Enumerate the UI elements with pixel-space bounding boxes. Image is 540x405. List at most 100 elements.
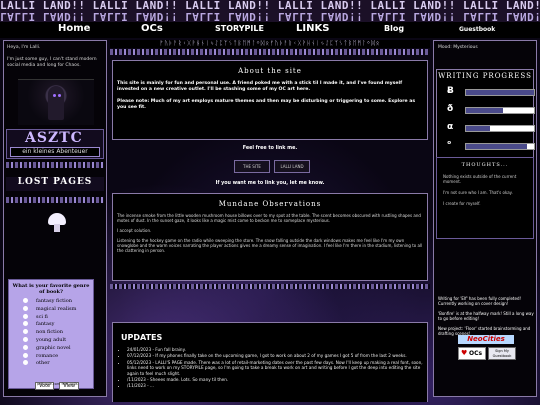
divider (110, 49, 430, 55)
poll-option-label: young adult (36, 336, 67, 343)
neocities-badge[interactable]: NeoCities (458, 335, 514, 344)
nav-home[interactable]: Home (58, 23, 90, 34)
mood-label: Mood: Mysterious (438, 45, 478, 50)
poll-option-label: sci fi (36, 313, 48, 320)
radio-icon[interactable] (23, 352, 28, 358)
rune-strip: ᚠᚢᚦᚨᚱᚲᚷᚹᚺᚾᛁᛃᛇᛈᛉᛊᛏᛒᛖᛗᛚᛜᛞᛟᚠᚢᚦᚨᚱᚲᚷᚹᚺᚾᛁᛃᛇᛈᛉᛊ… (110, 40, 430, 48)
banner-text-mirror: LALLI LAND!! LALLI LAND!! LALLI LAND!! L… (0, 10, 540, 22)
mundane-title: Mundane Observations (218, 200, 322, 208)
radio-icon[interactable] (23, 321, 28, 327)
progress-row: ᵒ (437, 140, 535, 158)
thought-line: I create for myself. (443, 201, 481, 206)
about-paragraph: This site is mainly for fun and personal… (117, 81, 403, 92)
poll-option[interactable]: fantasy fiction (23, 298, 93, 306)
avatar (18, 79, 94, 125)
thought-line: I'm not sure who I am. That's okay. (443, 190, 513, 195)
nav-storypile[interactable]: STORYPILE (215, 24, 264, 33)
poll-option[interactable]: fantasy (23, 321, 93, 329)
left-sidebar: Heya, I'm Lalli. I'm just some guy, I ca… (3, 40, 107, 397)
asztc-title: ASZTC (25, 130, 83, 146)
radio-icon[interactable] (23, 360, 28, 366)
site-button[interactable]: THE SITE (234, 160, 270, 173)
nav-blog[interactable]: Blog (384, 24, 404, 33)
progress-fill (466, 126, 490, 131)
radio-icon[interactable] (23, 298, 28, 303)
poll-question: What is your favorite genre of book? (12, 283, 90, 295)
radio-icon[interactable] (23, 313, 28, 319)
intro-text: Heya, I'm Lalli. I'm just some guy, I ca… (7, 45, 97, 68)
divider (6, 162, 104, 168)
poll-options: fantasy fiction magical realism sci fi fant… (9, 298, 93, 368)
top-nav: Home OCs STORYPILE LINKS Blog Guestbook (0, 22, 540, 38)
poll-option[interactable]: young adult (23, 336, 93, 345)
poll-option[interactable]: romance (23, 352, 93, 361)
nav-ocs[interactable]: OCs (141, 23, 163, 34)
guestbook-badge[interactable]: Sign My Guestbook (488, 347, 516, 360)
ocs-badge-label: OCs (469, 350, 483, 357)
about-box: About the site This site is mainly for f… (112, 60, 428, 140)
about-note: Please note: Much of my art employs matu… (117, 99, 416, 110)
nav-links[interactable]: LINKS (296, 23, 329, 34)
writing-progress-box: WRITING PROGRESS Ƀðαᵒ (436, 69, 535, 169)
avatar-eye-icon (58, 94, 61, 97)
thoughts-panel: THOUGHTS... Nothing exists outside of th… (436, 157, 534, 239)
update-item: 05/12/2023 - LALLI'S PAGE made. There wa… (127, 360, 423, 376)
updates-box: UPDATES 24/01/2023 - Fun fall brainy.07/… (112, 322, 428, 402)
link-me-text: Feel free to link me. (242, 146, 298, 151)
radio-icon[interactable] (23, 336, 28, 342)
update-item: /11/2023 - ... (127, 383, 423, 388)
poll-option-label: fantasy fiction (36, 298, 72, 304)
poll-option[interactable]: other (23, 360, 93, 368)
poll-footer[interactable]: pollcode.com free polls (37, 382, 78, 386)
progress-bar (465, 107, 535, 114)
poll-option[interactable]: graphic novel (23, 344, 93, 353)
poll-option-label: fantasy (36, 321, 55, 328)
poll-option-label: romance (36, 352, 59, 359)
poll-option[interactable]: sci fi (23, 313, 93, 322)
heart-icon: ♥ (461, 349, 468, 357)
radio-icon[interactable] (23, 329, 28, 335)
progress-glyph: α (447, 122, 454, 132)
progress-glyph: Ƀ (447, 86, 454, 96)
lalli-land-button[interactable]: LALLI LAND (274, 160, 310, 173)
writing-progress-title: WRITING PROGRESS (438, 72, 532, 80)
progress-rows: Ƀðαᵒ (437, 86, 535, 158)
progress-row: Ƀ (437, 86, 535, 104)
poll-option-label: non fiction (36, 329, 64, 336)
progress-bar (465, 89, 535, 96)
nav-guestbook[interactable]: Guestbook (459, 26, 495, 33)
mundane-paragraph: The incense smoke from the little wooden… (117, 213, 421, 223)
update-item: 24/01/2023 - Fun fall brainy. (127, 347, 423, 352)
right-sidebar: Mood: Mysterious WRITING PROGRESS Ƀðαᵒ T… (433, 40, 537, 397)
lost-pages-title[interactable]: LOST PAGES (6, 177, 104, 191)
update-item: 07/12/2023 - If my phones finally take o… (127, 353, 423, 358)
avatar-figure-icon (48, 86, 64, 120)
mundane-paragraph: Listening to the hockey game on the radi… (117, 238, 423, 253)
ocs-badge[interactable]: ♥ OCs (458, 347, 486, 360)
radio-icon[interactable] (23, 344, 28, 350)
updates-list: 24/01/2023 - Fun fall brainy.07/12/2023 … (113, 342, 427, 389)
poll-option-label: other (36, 360, 50, 367)
asztc-banner[interactable]: ASZTC ein kleines Abenteuer (6, 129, 104, 159)
mundane-box: Mundane Observations The incense smoke f… (112, 193, 428, 281)
progress-fill (466, 90, 534, 95)
poll-option[interactable]: non fiction (23, 329, 93, 337)
news-text: Writing for 'Elf' has been fully complet… (438, 296, 534, 336)
link-you-text: If you want me to link you, let me know. (215, 181, 325, 186)
mood-text: Mood: Mysterious (438, 45, 478, 50)
main-content: ᚠᚢᚦᚨᚱᚲᚷᚹᚺᚾᛁᛃᛇᛈᛉᛊᛏᛒᛖᛗᛚᛜᛞᛟᚠᚢᚦᚨᚱᚲᚷᚹᚺᚾᛁᛃᛇᛈᛉᛊ… (110, 40, 430, 402)
poll-option[interactable]: magical realism (23, 305, 93, 314)
divider (6, 197, 104, 203)
progress-row: α (437, 122, 535, 140)
abenteuer-label: ein kleines Abenteuer (10, 147, 100, 157)
radio-icon[interactable] (23, 305, 28, 311)
mundane-paragraph: I accept solution. (117, 228, 152, 233)
progress-row: ð (437, 104, 535, 122)
thought-line: Nothing exists outside of the current mo… (443, 174, 517, 184)
page: { "banner":{"text":"LALLI LAND!! LALLI L… (0, 0, 540, 405)
progress-bar (465, 143, 535, 150)
divider (110, 284, 430, 289)
site-banner: LALLI LAND!! LALLI LAND!! LALLI LAND!! L… (0, 0, 540, 22)
poll-option-label: magical realism (36, 305, 77, 312)
poll-box: What is your favorite genre of book? fan… (8, 279, 94, 390)
